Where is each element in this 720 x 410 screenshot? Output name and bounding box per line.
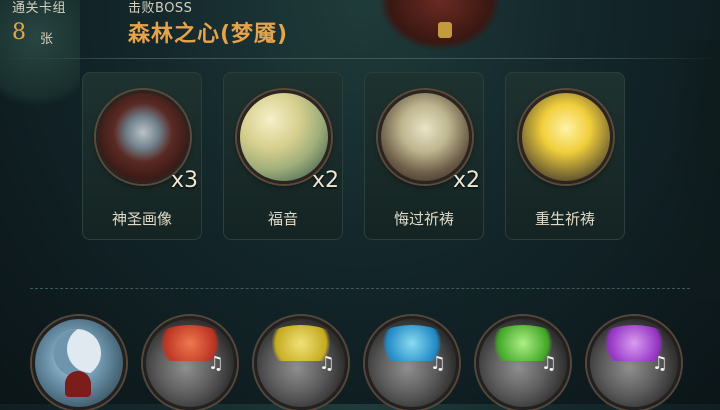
header-divider bbox=[0, 58, 720, 59]
music-note-icon: ♫ bbox=[651, 353, 668, 374]
card-name: 神圣画像 bbox=[111, 210, 172, 228]
card-gospel[interactable]: x2 福音 bbox=[223, 72, 343, 240]
background-shadow bbox=[670, 40, 720, 300]
music-note-icon: ♫ bbox=[540, 353, 557, 374]
skull-music-red-icon[interactable]: ♫ bbox=[143, 316, 237, 410]
skull-music-green-icon[interactable]: ♫ bbox=[476, 316, 570, 410]
card-count: x3 bbox=[170, 168, 198, 193]
skull-music-blue-icon[interactable]: ♫ bbox=[365, 316, 459, 410]
deck-count: 8 bbox=[12, 20, 26, 45]
boss-label: 击败BOSS bbox=[128, 1, 193, 16]
card-name: 悔过祈祷 bbox=[393, 210, 454, 228]
boss-badge-icon bbox=[438, 22, 452, 38]
card-holy-portrait[interactable]: x3 神圣画像 bbox=[82, 72, 202, 240]
music-note-icon: ♫ bbox=[318, 353, 335, 374]
music-note-icon: ♫ bbox=[207, 353, 224, 374]
card-count: x2 bbox=[311, 168, 339, 193]
deck-label: 通关卡组 bbox=[12, 1, 67, 16]
section-divider bbox=[30, 288, 690, 289]
music-note-icon: ♫ bbox=[429, 353, 446, 374]
card-rebirth-prayer[interactable]: 重生祈祷 bbox=[505, 72, 625, 240]
hooded-figure-icon bbox=[65, 371, 91, 397]
background-tree bbox=[0, 0, 80, 110]
crescent-moon-icon bbox=[53, 329, 101, 377]
deck-count-unit: 张 bbox=[40, 32, 54, 47]
skull-music-purple-icon[interactable]: ♫ bbox=[587, 316, 681, 410]
boss-name: 森林之心(梦魇) bbox=[128, 22, 289, 47]
card-repentance-prayer[interactable]: x2 悔过祈祷 bbox=[364, 72, 484, 240]
card-count: x2 bbox=[452, 168, 480, 193]
rebirth-prayer-icon bbox=[519, 90, 613, 184]
card-name: 福音 bbox=[267, 210, 298, 228]
skull-music-yellow-icon[interactable]: ♫ bbox=[254, 316, 348, 410]
card-name: 重生祈祷 bbox=[534, 210, 595, 228]
moon-relic-icon[interactable] bbox=[32, 316, 126, 410]
